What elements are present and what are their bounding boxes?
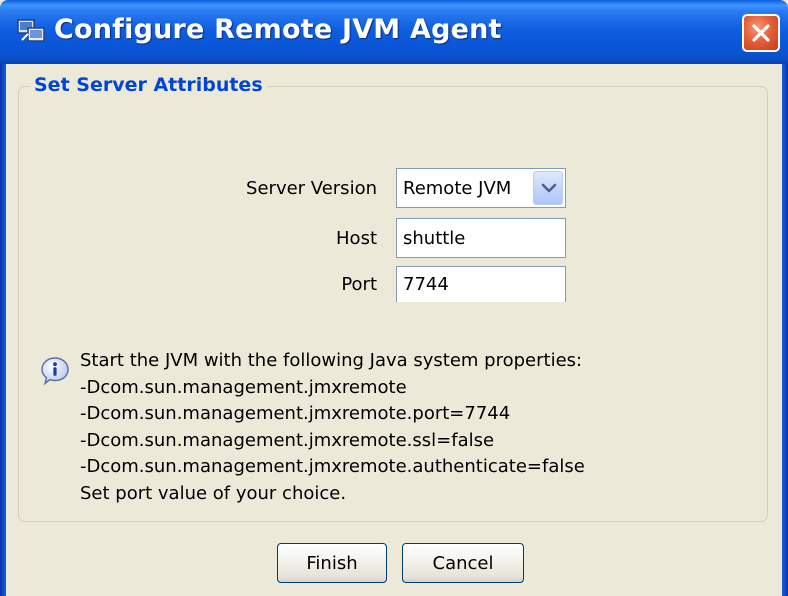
dialog-title: Configure Remote JVM Agent [54, 14, 502, 45]
port-input[interactable] [396, 266, 566, 302]
host-input[interactable] [396, 218, 566, 258]
info-line: -Dcom.sun.management.jmxremote.authentic… [80, 456, 585, 477]
close-icon [752, 24, 770, 42]
window-border-left [0, 64, 6, 596]
info-line: -Dcom.sun.management.jmxremote.ssl=false [80, 429, 495, 451]
info-line: -Dcom.sun.management.jmxremote.port=7744 [80, 403, 511, 424]
jvm-agent-icon [16, 16, 46, 46]
info-line: Set port value of your choice. [80, 482, 347, 504]
window-border-right [782, 64, 788, 596]
title-bar[interactable]: Configure Remote JVM Agent [0, 0, 788, 64]
close-button[interactable] [742, 14, 780, 52]
host-label: Host [336, 228, 377, 249]
cancel-button[interactable]: Cancel [402, 543, 524, 583]
server-version-label: Server Version [246, 178, 377, 199]
finish-button[interactable]: Finish [277, 543, 387, 583]
info-message: Start the JVM with the following Java sy… [80, 348, 760, 512]
info-icon [40, 356, 70, 386]
chevron-down-icon [541, 183, 557, 193]
server-version-value: Remote JVM [403, 178, 512, 199]
group-title: Set Server Attributes [30, 74, 267, 96]
info-line: -Dcom.sun.management.jmxremote [80, 376, 407, 398]
configure-remote-jvm-agent-dialog: Configure Remote JVM Agent Set Server At… [0, 0, 788, 596]
server-version-dropdown[interactable]: Remote JVM [396, 168, 566, 208]
dropdown-arrow-button[interactable] [533, 171, 563, 205]
port-label: Port [341, 274, 377, 295]
info-line: Start the JVM with the following Java sy… [80, 350, 583, 371]
